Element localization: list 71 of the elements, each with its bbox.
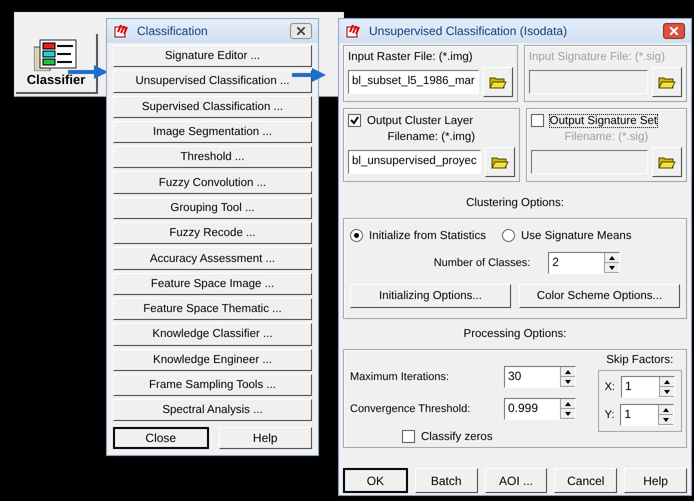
spin-buttons[interactable] [560,399,575,419]
checkbox-box[interactable] [402,430,415,443]
close-button[interactable] [663,23,685,39]
field-label: Input Raster File: (*.img) [348,51,474,63]
dialog-button[interactable]: Batch [414,468,478,493]
input-field[interactable]: bl_subset_l5_1986_mar [348,70,479,94]
menu-button[interactable]: Frame Sampling Tools ... [113,374,312,396]
browse-button[interactable] [482,67,513,97]
menu-button[interactable]: Threshold ... [113,146,312,168]
menu-button[interactable]: Fuzzy Recode ... [113,222,312,244]
menu-button[interactable]: Feature Space Thematic ... [113,298,312,320]
legend-icon [34,39,78,71]
menu-button[interactable]: Fuzzy Convolution ... [113,171,312,194]
input-field[interactable] [530,150,648,174]
number-field[interactable]: 30 [504,366,576,388]
dialog-button[interactable]: Help [624,468,687,493]
options-button[interactable]: Initializing Options... [350,284,511,308]
number-field[interactable]: 2 [548,252,620,274]
field-label: Filename: (*.sig) [563,131,650,143]
spin-buttons[interactable] [659,377,674,397]
input-field[interactable]: bl_unsupervised_proyec [348,150,481,174]
dialog-button[interactable]: Help [218,427,312,449]
field-label: Y: [604,409,614,421]
field-label: X: [604,381,615,393]
menu-button[interactable]: Feature Space Image ... [113,272,312,295]
close-icon [670,27,678,35]
menu-button[interactable]: Spectral Analysis ... [113,399,312,422]
checkbox-box[interactable] [348,114,361,127]
checkbox[interactable]: Output Cluster Layer [348,114,515,127]
field-label: Maximum Iterations: [350,371,450,383]
spin-buttons[interactable] [604,253,620,273]
field-label: Number of Classes: [434,257,530,269]
field-label: Filename: (*.img) [386,131,476,143]
arrow-icon [292,68,326,82]
app-icon [345,23,361,39]
dialog-button[interactable]: Close [113,427,208,449]
spin-buttons[interactable] [560,367,575,387]
dialog-button[interactable]: OK [343,468,408,493]
menu-button[interactable]: Supervised Classification ... [113,96,312,118]
menu-button[interactable]: Signature Editor ... [113,45,312,68]
app-icon [113,23,129,39]
browse-button[interactable] [652,147,682,177]
window-title: Unsupervised Classification (Isodata) [369,24,568,38]
browse-button[interactable] [484,147,515,177]
radio-button[interactable]: Initialize from Statistics [350,229,486,242]
field-label: Input Signature File: (*.sig) [528,51,666,63]
dialog-button[interactable]: AOI ... [484,468,548,493]
classifier-button[interactable]: Classifier [16,34,98,94]
menu-button[interactable]: Unsupervised Classification ... [113,70,312,93]
input-field[interactable] [528,70,648,94]
radio-button[interactable]: Use Signature Means [502,229,632,242]
spin-buttons[interactable] [658,405,674,425]
section-heading: Skip Factors: [606,354,674,366]
menu-button[interactable]: Knowledge Engineer ... [113,348,312,371]
number-field[interactable]: 1 [620,404,674,426]
options-button[interactable]: Color Scheme Options... [519,284,680,308]
menu-button[interactable]: Image Segmentation ... [113,120,312,144]
menu-button[interactable]: Accuracy Assessment ... [113,247,312,270]
window-title: Classification [137,24,209,38]
number-field[interactable]: 1 [621,376,675,398]
checkbox[interactable]: Classify zeros [402,430,576,443]
close-button[interactable] [290,23,312,39]
field-label: Convergence Threshold: [350,403,470,415]
browse-button[interactable] [652,67,682,97]
menu-button[interactable]: Grouping Tool ... [113,196,312,220]
section-heading: Processing Options: [462,328,568,340]
menu-button[interactable]: Knowledge Classifier ... [113,323,312,346]
section-heading: Clustering Options: [465,197,565,209]
close-icon [297,27,305,35]
dialog-button[interactable]: Cancel [554,468,618,493]
number-field[interactable]: 0.999 [504,398,576,420]
